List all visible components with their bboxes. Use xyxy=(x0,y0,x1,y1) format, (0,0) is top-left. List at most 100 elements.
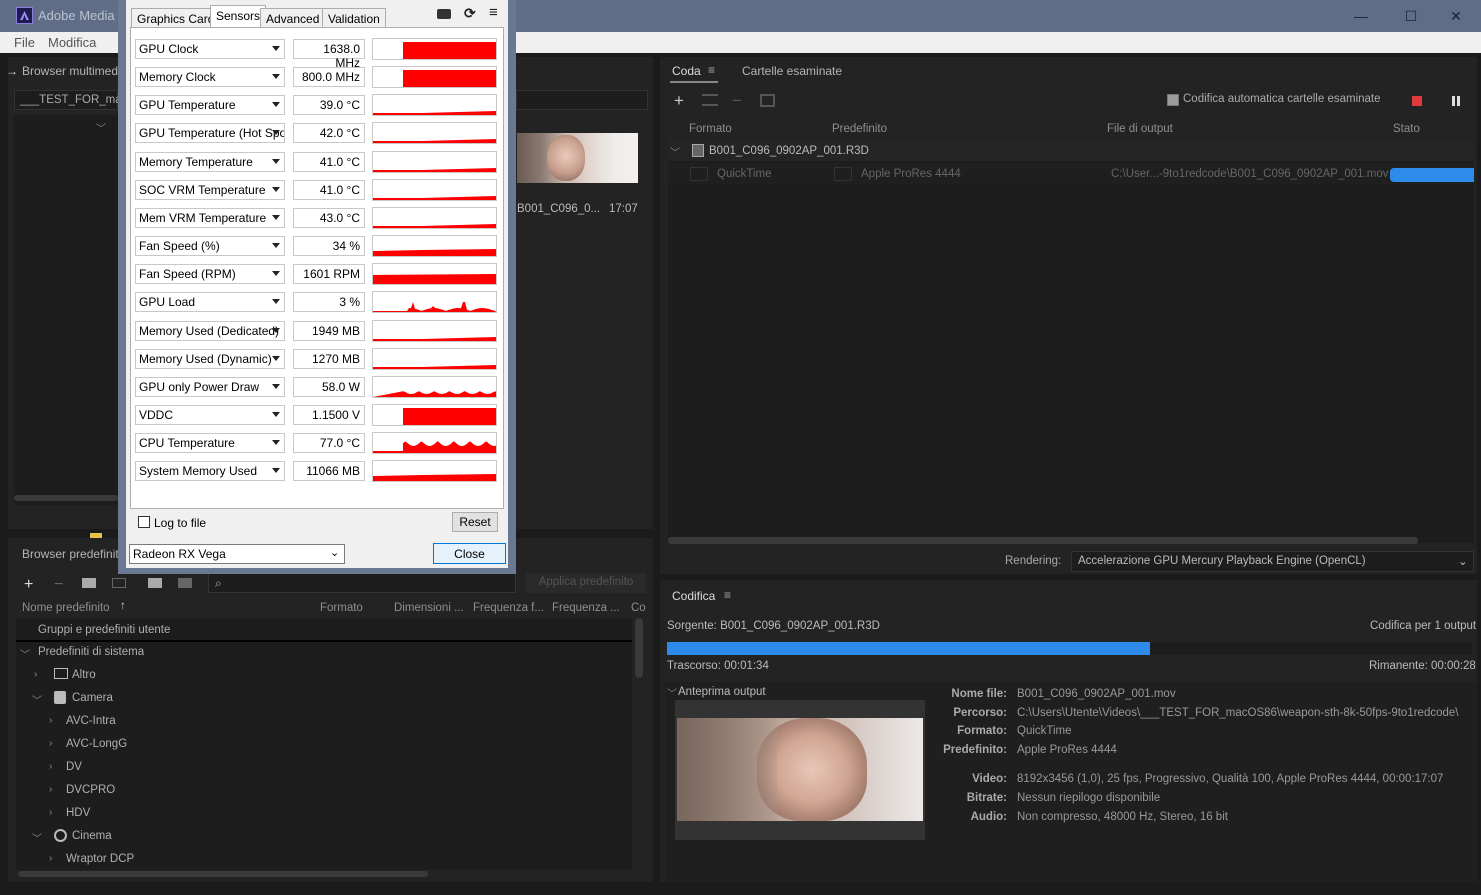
pause-button[interactable] xyxy=(1452,96,1455,106)
tree-item-dvcpro[interactable]: DVCPRO xyxy=(66,784,115,796)
col-frequency[interactable]: Frequenza ... xyxy=(552,602,620,614)
group-icon[interactable] xyxy=(82,578,96,588)
sensor-name-dropdown[interactable]: Memory Temperature xyxy=(135,151,285,172)
tree-item-avc-longg[interactable]: AVC-LongG xyxy=(66,738,127,750)
tree-item-hdv[interactable]: HDV xyxy=(66,807,90,819)
col-co[interactable]: Co xyxy=(631,602,646,614)
sort-up-icon[interactable]: ↑ xyxy=(120,600,126,612)
col-status[interactable]: Stato xyxy=(1393,123,1420,135)
minimize-button[interactable]: — xyxy=(1338,0,1384,32)
remove-preset-icon[interactable]: − xyxy=(54,576,63,594)
sensor-name-dropdown[interactable]: Mem VRM Temperature xyxy=(135,207,285,228)
sensor-name-dropdown[interactable]: Memory Used (Dedicated) xyxy=(135,320,285,341)
tree-item-camera[interactable]: Camera xyxy=(72,692,113,704)
tree-item-cinema[interactable]: Cinema xyxy=(72,830,112,842)
tree-item-wraptor-dcp[interactable]: Wraptor DCP xyxy=(66,853,134,865)
queue-horizontal-scrollbar[interactable] xyxy=(668,537,1418,544)
tree-item-avc-intra[interactable]: AVC-Intra xyxy=(66,715,116,727)
refresh-icon[interactable]: ⟳ xyxy=(464,5,476,22)
sensor-graph xyxy=(372,94,497,117)
tab-graphics-card[interactable]: Graphics Card xyxy=(131,8,221,28)
queue-output-row[interactable]: QuickTime Apple ProRes 4444 C:\User...-9… xyxy=(668,163,1474,185)
menu-modifica[interactable]: Modifica xyxy=(48,35,96,50)
sensor-name-dropdown[interactable]: Memory Used (Dynamic) xyxy=(135,348,285,369)
sensor-name-dropdown[interactable]: Memory Clock xyxy=(135,67,285,88)
group-user-presets[interactable]: Gruppi e predefiniti utente xyxy=(38,624,170,636)
sensor-name-dropdown[interactable]: GPU Load xyxy=(135,292,285,313)
tab-watch-folders[interactable]: Cartelle esaminate xyxy=(742,64,842,78)
sensor-name-dropdown[interactable]: GPU Temperature (Hot Spot) xyxy=(135,123,285,144)
sensor-name-dropdown[interactable]: GPU only Power Draw xyxy=(135,376,285,397)
apply-preset-button[interactable]: Applica predefinito xyxy=(526,573,646,593)
encoding-title: Codifica xyxy=(672,589,716,603)
status-progress-bar xyxy=(1390,168,1474,182)
media-browser-tree[interactable]: ﹀ › xyxy=(14,115,118,547)
horizontal-scrollbar[interactable] xyxy=(14,495,118,501)
group-system-presets[interactable]: Predefiniti di sistema xyxy=(38,646,144,658)
add-preset-icon[interactable]: + xyxy=(24,576,33,594)
preview-title[interactable]: Anteprima output xyxy=(678,686,766,698)
search-icon: ⌕ xyxy=(215,576,222,590)
log-to-file-checkbox[interactable] xyxy=(138,516,150,528)
media-browser-search[interactable] xyxy=(516,90,648,110)
auto-encode-checkbox[interactable] xyxy=(1167,94,1179,106)
menu-file[interactable]: File xyxy=(14,35,35,50)
stop-button[interactable] xyxy=(1412,96,1422,106)
remove-icon[interactable]: − xyxy=(732,91,742,111)
import-icon[interactable] xyxy=(148,578,162,588)
queue-menu-icon[interactable]: ≡ xyxy=(708,63,715,77)
dropdown-arrow-icon xyxy=(272,299,280,305)
sensor-name-dropdown[interactable]: Fan Speed (RPM) xyxy=(135,264,285,285)
remaining-time: Rimanente: 00:00:28 xyxy=(1369,660,1476,672)
camera-icon[interactable] xyxy=(437,9,451,19)
reset-button[interactable]: Reset xyxy=(452,512,498,532)
col-formato[interactable]: Formato xyxy=(689,123,732,135)
close-button[interactable]: Close xyxy=(433,543,506,564)
preset-tree[interactable]: Gruppi e predefiniti utente ﹀ Predefinit… xyxy=(16,618,632,870)
duplicate-icon[interactable] xyxy=(760,94,775,107)
preset-horizontal-scrollbar[interactable] xyxy=(18,871,428,877)
preset-dropdown[interactable] xyxy=(834,167,852,181)
tab-validation[interactable]: Validation xyxy=(322,8,386,28)
add-source-icon[interactable]: + xyxy=(674,91,684,111)
settings-icon[interactable] xyxy=(112,578,126,588)
col-predefinito[interactable]: Predefinito xyxy=(832,123,887,135)
rendering-select[interactable]: Accelerazione GPU Mercury Playback Engin… xyxy=(1071,551,1474,572)
queue-list[interactable]: ﹀ B001_C096_0902AP_001.R3D QuickTime App… xyxy=(668,139,1474,543)
sensor-name-dropdown[interactable]: CPU Temperature xyxy=(135,433,285,454)
tab-advanced[interactable]: Advanced xyxy=(260,8,326,28)
sensor-name-dropdown[interactable]: Fan Speed (%) xyxy=(135,236,285,257)
sensor-name-dropdown[interactable]: VDDC xyxy=(135,404,285,425)
col-preset-name[interactable]: Nome predefinito xyxy=(22,602,110,614)
sensor-graph xyxy=(372,38,497,60)
close-window-button[interactable]: ✕ xyxy=(1433,0,1479,32)
clip-duration: 17:07 xyxy=(609,203,638,215)
sensor-name-dropdown[interactable]: GPU Clock xyxy=(135,39,285,59)
gpu-select[interactable]: Radeon RX Vega ⌄ xyxy=(129,544,345,564)
tab-coda[interactable]: Coda xyxy=(672,64,701,78)
col-output-file[interactable]: File di output xyxy=(1107,123,1173,135)
preset-search-input[interactable]: ⌕ xyxy=(208,573,516,593)
col-dimensions[interactable]: Dimensioni ... xyxy=(394,602,464,614)
sensor-value: 1638.0 MHz xyxy=(293,39,365,70)
hamburger-menu-icon[interactable]: ≡ xyxy=(489,4,498,21)
col-frame-rate[interactable]: Frequenza f... xyxy=(473,602,544,614)
col-format[interactable]: Formato xyxy=(320,602,363,614)
preset-settings-icon[interactable] xyxy=(702,94,718,106)
vertical-scrollbar[interactable] xyxy=(635,618,643,678)
media-browser-path[interactable]: ___TEST_FOR_mac xyxy=(14,90,127,110)
encoding-menu-icon[interactable]: ≡ xyxy=(724,588,731,602)
tab-sensors[interactable]: Sensors xyxy=(210,5,267,29)
sensor-name-dropdown[interactable]: GPU Temperature xyxy=(135,95,285,116)
queue-source-row[interactable]: ﹀ B001_C096_0902AP_001.R3D xyxy=(668,139,1474,161)
tree-item-altro[interactable]: Altro xyxy=(72,669,96,681)
sensor-name-dropdown[interactable]: SOC VRM Temperature xyxy=(135,179,285,200)
sensor-name-dropdown[interactable]: System Memory Used xyxy=(135,461,285,482)
tree-item-dv[interactable]: DV xyxy=(66,761,82,773)
clip-thumbnail[interactable] xyxy=(517,133,638,183)
dropdown-arrow-icon xyxy=(272,186,280,192)
export-icon[interactable] xyxy=(178,578,192,588)
sensor-graph xyxy=(372,206,497,229)
maximize-button[interactable]: ☐ xyxy=(1388,0,1434,32)
format-dropdown[interactable] xyxy=(690,167,708,181)
